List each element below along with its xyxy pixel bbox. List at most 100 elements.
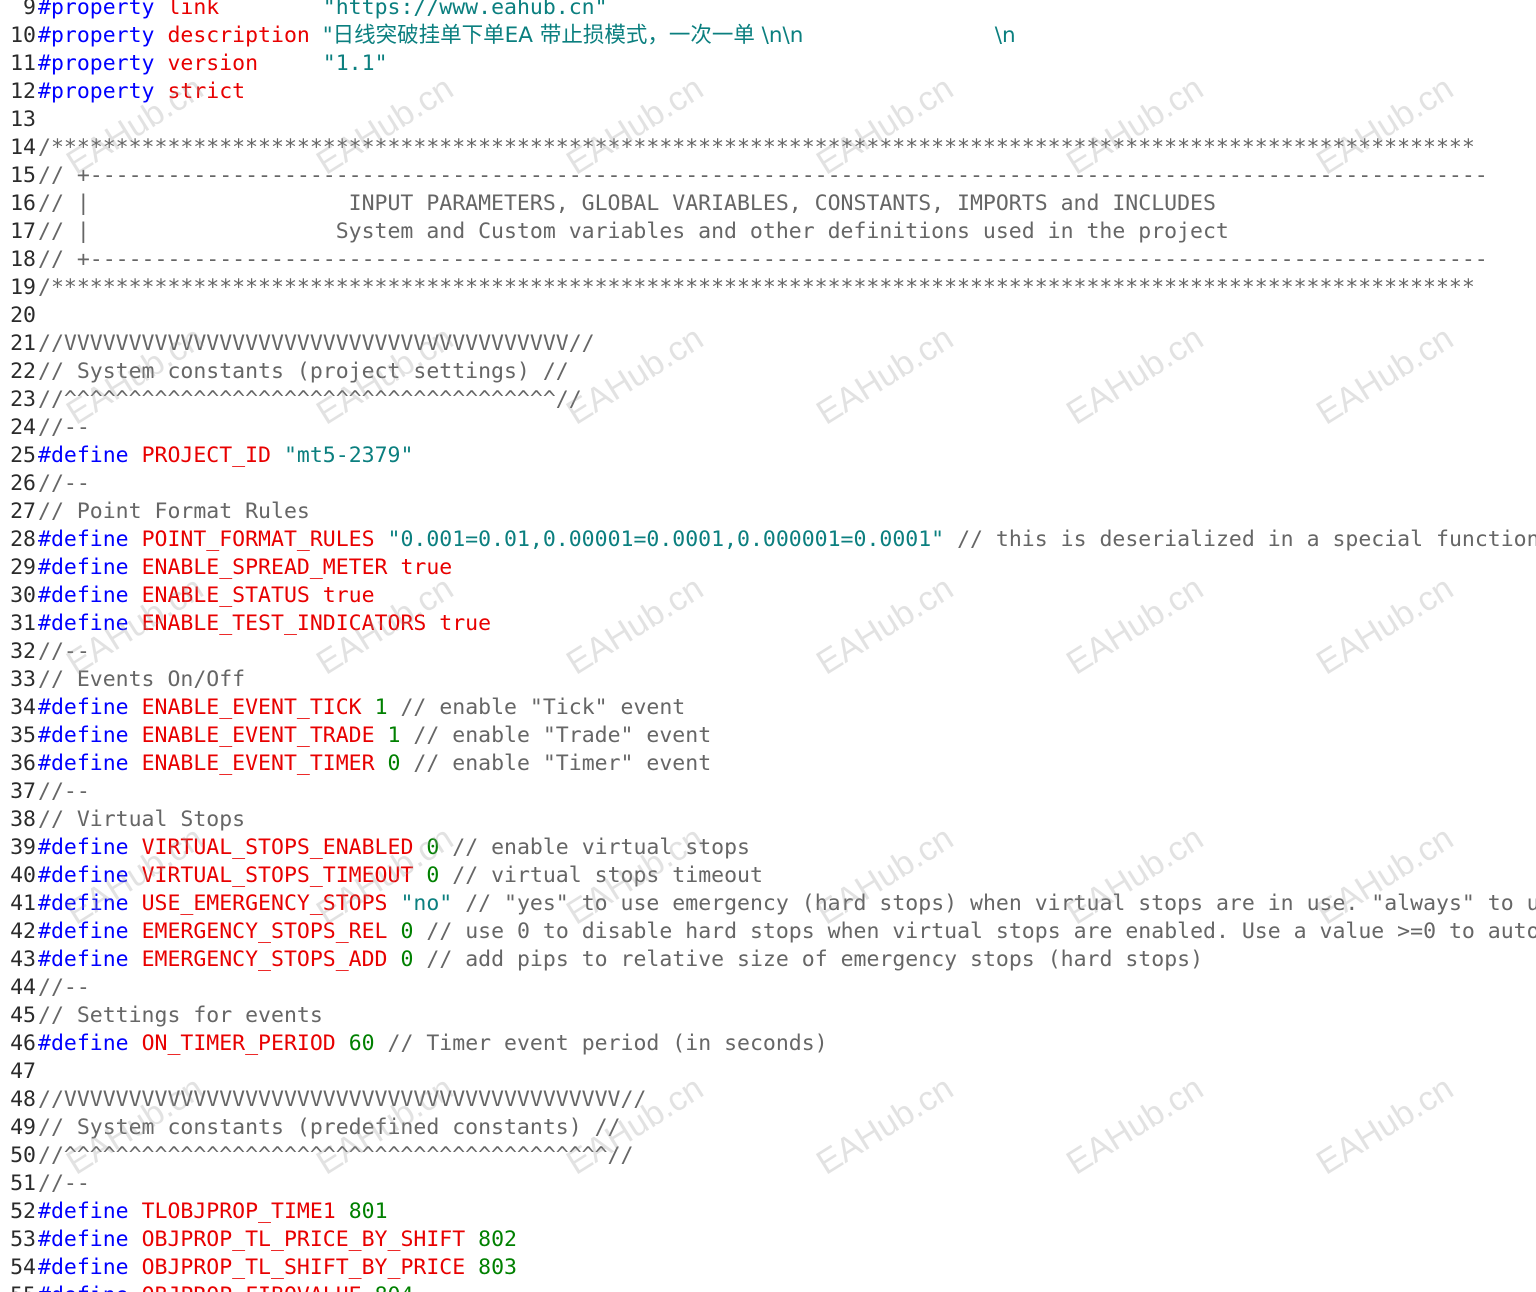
comment-token: // System constants (project settings) /… <box>38 359 569 384</box>
keyword-token: TLOBJPROP_TIME1 <box>141 1199 336 1224</box>
comment-token: //VVVVVVVVVVVVVVVVVVVVVVVVVVVVVVVVVVVVVV… <box>38 331 595 356</box>
code-editor[interactable]: 9#property link "https://www.eahub.cn" 10… <box>0 0 1536 1292</box>
code-line[interactable]: 37//-- <box>0 778 1536 806</box>
code-line[interactable]: 11#property version "1.1" <box>0 50 1536 78</box>
line-number: 40 <box>10 863 36 888</box>
code-line[interactable]: 15// +----------------------------------… <box>0 162 1536 190</box>
comment-token: //^^^^^^^^^^^^^^^^^^^^^^^^^^^^^^^^^^^^^^… <box>38 387 582 412</box>
keyword-token: ENABLE_EVENT_TRADE <box>141 723 375 748</box>
line-number: 30 <box>10 583 36 608</box>
code-line[interactable]: 40#define VIRTUAL_STOPS_TIMEOUT 0 // vir… <box>0 862 1536 890</box>
code-line[interactable]: 17// | System and Custom variables and o… <box>0 218 1536 246</box>
line-number: 24 <box>10 415 36 440</box>
code-line[interactable]: 41#define USE_EMERGENCY_STOPS "no" // "y… <box>0 890 1536 918</box>
directive-token: #define <box>38 443 129 468</box>
code-line[interactable]: 19/*************************************… <box>0 274 1536 302</box>
code-line[interactable]: 52#define TLOBJPROP_TIME1 801 <box>0 1198 1536 1226</box>
comment-token: //-- <box>38 415 90 440</box>
code-line[interactable]: 26//-- <box>0 470 1536 498</box>
code-line[interactable]: 28#define POINT_FORMAT_RULES "0.001=0.01… <box>0 526 1536 554</box>
code-line[interactable]: 25#define PROJECT_ID "mt5-2379" <box>0 442 1536 470</box>
line-number: 16 <box>10 191 36 216</box>
code-line[interactable]: 38// Virtual Stops <box>0 806 1536 834</box>
keyword-token: OBJPROP_TL_PRICE_BY_SHIFT <box>141 1227 466 1252</box>
code-line[interactable]: 29#define ENABLE_SPREAD_METER true <box>0 554 1536 582</box>
directive-token: #property <box>38 0 155 20</box>
line-number: 35 <box>10 723 36 748</box>
code-line[interactable]: 39#define VIRTUAL_STOPS_ENABLED 0 // ena… <box>0 834 1536 862</box>
code-line[interactable]: 16// | INPUT PARAMETERS, GLOBAL VARIABLE… <box>0 190 1536 218</box>
code-line[interactable]: 46#define ON_TIMER_PERIOD 60 // Timer ev… <box>0 1030 1536 1058</box>
code-line[interactable]: 34#define ENABLE_EVENT_TICK 1 // enable … <box>0 694 1536 722</box>
code-line[interactable]: 32//-- <box>0 638 1536 666</box>
code-line[interactable]: 14/*************************************… <box>0 134 1536 162</box>
code-line[interactable]: 45// Settings for events <box>0 1002 1536 1030</box>
code-line[interactable]: 43#define EMERGENCY_STOPS_ADD 0 // add p… <box>0 946 1536 974</box>
comment-token: // | INPUT PARAMETERS, GLOBAL VARIABLES,… <box>38 191 1216 216</box>
code-line[interactable]: 51//-- <box>0 1170 1536 1198</box>
code-line[interactable]: 30#define ENABLE_STATUS true <box>0 582 1536 610</box>
code-line[interactable]: 12#property strict <box>0 78 1536 106</box>
code-line[interactable]: 44//-- <box>0 974 1536 1002</box>
code-line[interactable]: 55#define OBJPROP_FIBOVALUE 804 <box>0 1282 1536 1292</box>
directive-token: #define <box>38 947 129 972</box>
code-line[interactable]: 24//-- <box>0 414 1536 442</box>
line-number: 23 <box>10 387 36 412</box>
code-line[interactable]: 33// Events On/Off <box>0 666 1536 694</box>
code-line[interactable]: 10#property description "日线突破挂单下单EA 带止损模… <box>0 22 1536 50</box>
code-line[interactable]: 36#define ENABLE_EVENT_TIMER 0 // enable… <box>0 750 1536 778</box>
string-token: "no" <box>400 891 453 916</box>
code-line[interactable]: 18// +----------------------------------… <box>0 246 1536 274</box>
code-line[interactable]: 54#define OBJPROP_TL_SHIFT_BY_PRICE 803 <box>0 1254 1536 1282</box>
line-number: 50 <box>10 1143 36 1168</box>
code-line[interactable]: 31#define ENABLE_TEST_INDICATORS true <box>0 610 1536 638</box>
line-number: 46 <box>10 1031 36 1056</box>
code-line[interactable]: 22// System constants (project settings)… <box>0 358 1536 386</box>
code-line[interactable]: 20 <box>0 302 1536 330</box>
code-line[interactable]: 9#property link "https://www.eahub.cn" <box>0 0 1536 22</box>
line-number: 53 <box>10 1227 36 1252</box>
line-number: 36 <box>10 751 36 776</box>
code-line[interactable]: 48//VVVVVVVVVVVVVVVVVVVVVVVVVVVVVVVVVVVV… <box>0 1086 1536 1114</box>
code-line[interactable]: 27// Point Format Rules <box>0 498 1536 526</box>
code-line[interactable]: 23//^^^^^^^^^^^^^^^^^^^^^^^^^^^^^^^^^^^^… <box>0 386 1536 414</box>
code-line[interactable]: 35#define ENABLE_EVENT_TRADE 1 // enable… <box>0 722 1536 750</box>
code-line[interactable]: 50//^^^^^^^^^^^^^^^^^^^^^^^^^^^^^^^^^^^^… <box>0 1142 1536 1170</box>
line-number: 25 <box>10 443 36 468</box>
number-token: 60 <box>348 1031 375 1056</box>
keyword-token: ON_TIMER_PERIOD <box>141 1031 336 1056</box>
comment-token: // "yes" to use emergency (hard stops) w… <box>465 891 1536 916</box>
code-line[interactable]: 53#define OBJPROP_TL_PRICE_BY_SHIFT 802 <box>0 1226 1536 1254</box>
code-line[interactable]: 21//VVVVVVVVVVVVVVVVVVVVVVVVVVVVVVVVVVVV… <box>0 330 1536 358</box>
line-number: 38 <box>10 807 36 832</box>
directive-token: #define <box>38 863 129 888</box>
code-line[interactable]: 13 <box>0 106 1536 134</box>
comment-token: /***************************************… <box>38 135 1475 160</box>
code-line[interactable]: 47 <box>0 1058 1536 1086</box>
comment-token: // Settings for events <box>38 1003 323 1028</box>
keyword-token: POINT_FORMAT_RULES <box>141 527 375 552</box>
code-line[interactable]: 49// System constants (predefined consta… <box>0 1114 1536 1142</box>
keyword-token: VIRTUAL_STOPS_TIMEOUT <box>141 863 414 888</box>
keyword-token: true <box>439 611 492 636</box>
comment-token: // enable virtual stops <box>452 835 750 860</box>
line-number: 45 <box>10 1003 36 1028</box>
code-line[interactable]: 42#define EMERGENCY_STOPS_REL 0 // use 0… <box>0 918 1536 946</box>
